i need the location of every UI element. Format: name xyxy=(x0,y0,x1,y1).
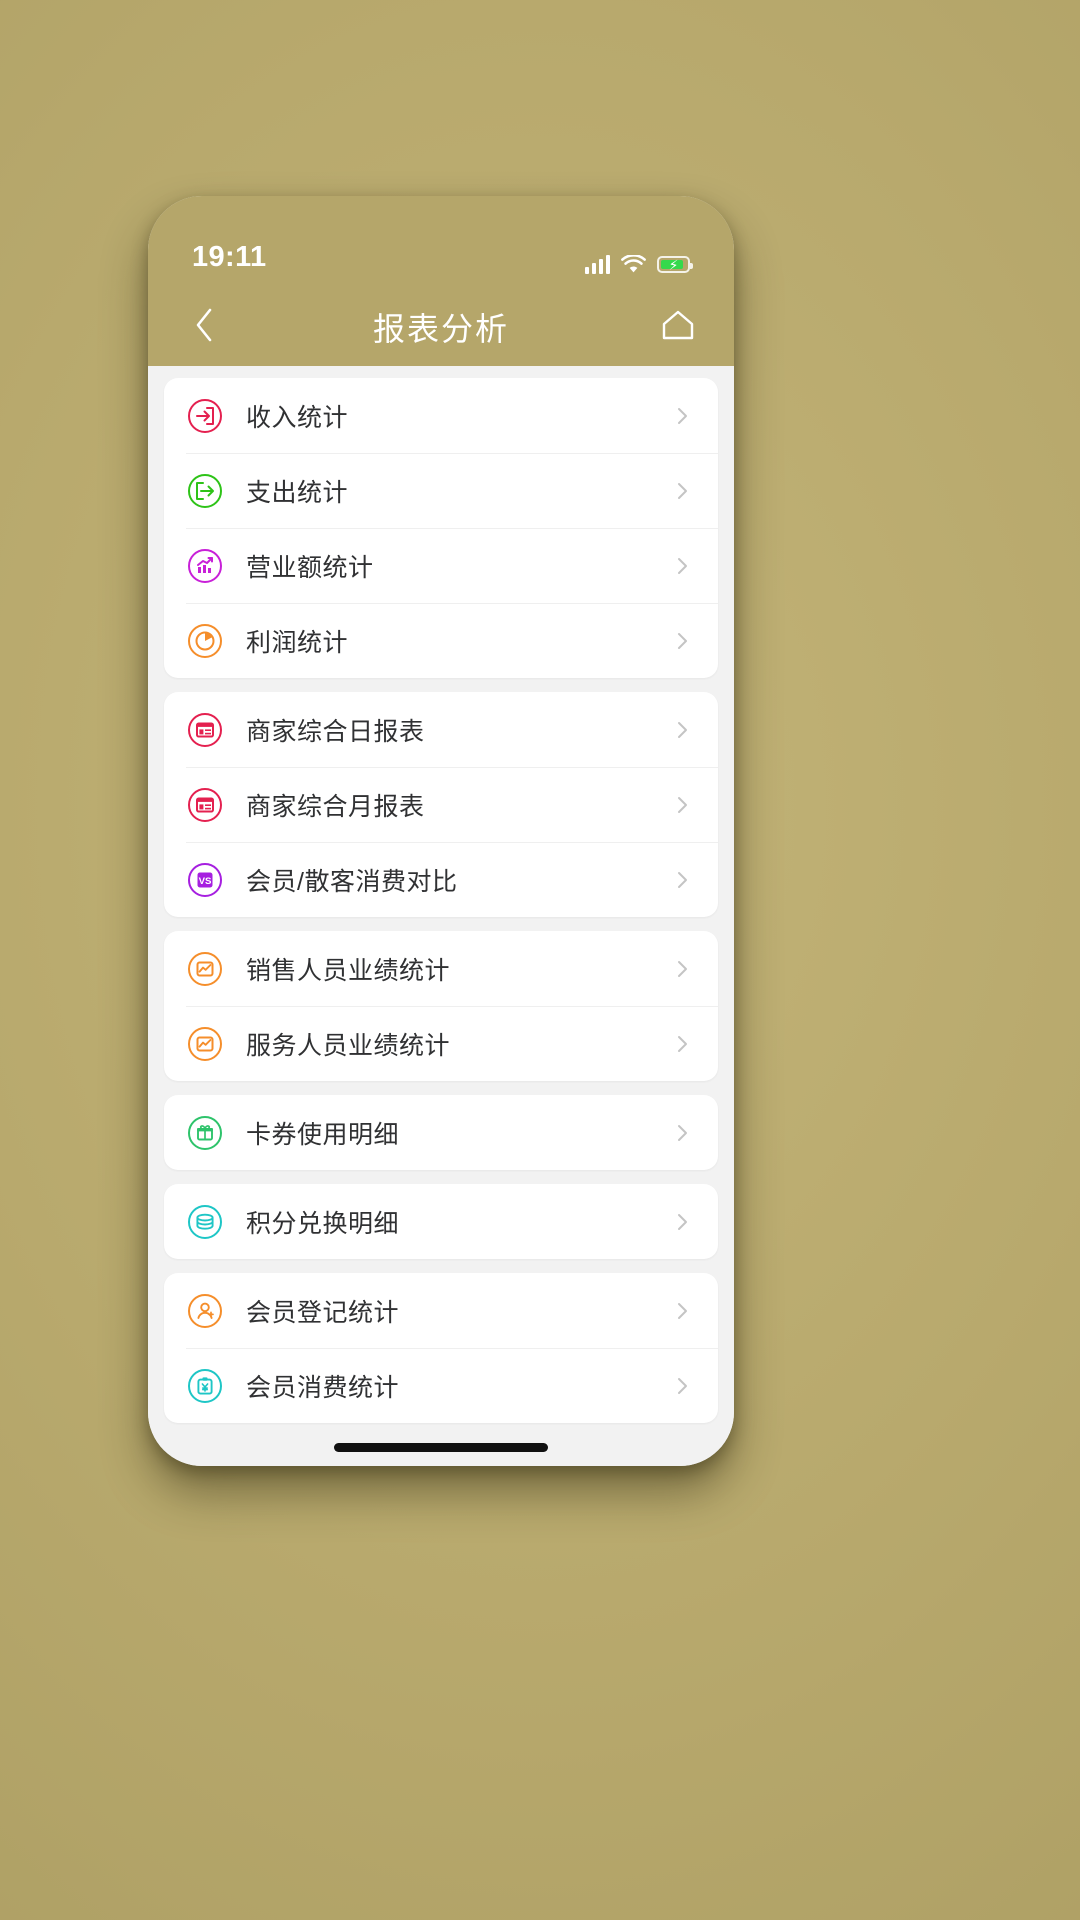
expense-logout-arrow-icon xyxy=(186,472,224,510)
coins-stack-icon xyxy=(186,1203,224,1241)
list-item-label: 销售人员业绩统计 xyxy=(246,956,451,985)
report-group-points: 积分兑换明细 xyxy=(164,1184,718,1259)
performance-chart-frame-icon xyxy=(186,1025,224,1063)
status-bar-indicators: ⚡ xyxy=(585,255,693,274)
list-item-member-consumption-statistics[interactable]: 会员消费统计 xyxy=(164,1348,718,1423)
list-item-label: 会员登记统计 xyxy=(246,1298,400,1327)
list-item-merchant-daily-report[interactable]: 商家综合日报表 xyxy=(164,692,718,767)
list-item-member-registration-statistics[interactable]: 会员登记统计 xyxy=(164,1273,718,1348)
report-group-voucher: 卡券使用明细 xyxy=(164,1095,718,1170)
chevron-right-icon xyxy=(672,631,692,651)
report-group-financial: 收入统计 支出统计 营业额统计 利润统计 xyxy=(164,378,718,678)
list-item-sales-staff-performance[interactable]: 销售人员业绩统计 xyxy=(164,931,718,1006)
chevron-right-icon xyxy=(672,406,692,426)
list-item-profit-statistics[interactable]: 利润统计 xyxy=(164,603,718,678)
chevron-left-icon xyxy=(193,307,215,348)
chevron-right-icon xyxy=(672,720,692,740)
list-item-label: 收入统计 xyxy=(246,403,349,432)
chevron-right-icon xyxy=(672,1034,692,1054)
clipboard-yen-icon xyxy=(186,1367,224,1405)
nav-bar: 报表分析 xyxy=(148,288,734,366)
chevron-right-icon xyxy=(672,1376,692,1396)
list-item-label: 利润统计 xyxy=(246,628,349,657)
user-add-icon xyxy=(186,1292,224,1330)
home-indicator xyxy=(334,1443,548,1452)
list-item-label: 积分兑换明细 xyxy=(246,1209,400,1238)
home-button[interactable] xyxy=(656,305,700,349)
chevron-right-icon xyxy=(672,1212,692,1232)
performance-chart-frame-icon xyxy=(186,950,224,988)
list-item-label: 会员消费统计 xyxy=(246,1373,400,1402)
report-window-icon xyxy=(186,711,224,749)
home-icon xyxy=(661,309,695,346)
chevron-right-icon xyxy=(672,870,692,890)
list-item-label: 商家综合日报表 xyxy=(246,717,425,746)
report-group-member: 会员登记统计 会员消费统计 xyxy=(164,1273,718,1423)
list-item-label: 卡券使用明细 xyxy=(246,1120,400,1149)
list-item-voucher-usage-detail[interactable]: 卡券使用明细 xyxy=(164,1095,718,1170)
chevron-right-icon xyxy=(672,1123,692,1143)
income-login-arrow-icon xyxy=(186,397,224,435)
list-item-expense-statistics[interactable]: 支出统计 xyxy=(164,453,718,528)
pie-chart-icon xyxy=(186,622,224,660)
chevron-right-icon xyxy=(672,959,692,979)
svg-text:VS: VS xyxy=(199,876,212,887)
report-window-icon xyxy=(186,786,224,824)
list-item-income-statistics[interactable]: 收入统计 xyxy=(164,378,718,453)
list-item-service-staff-performance[interactable]: 服务人员业绩统计 xyxy=(164,1006,718,1081)
phone-frame: 19:11 ⚡ 报表分析 收入统计 支出统计 营业额统计 利润统计 商家综合日报… xyxy=(148,196,734,1466)
list-item-label: 服务人员业绩统计 xyxy=(246,1031,451,1060)
chevron-right-icon xyxy=(672,1301,692,1321)
list-item-label: 商家综合月报表 xyxy=(246,792,425,821)
list-item-label: 会员/散客消费对比 xyxy=(246,867,458,896)
list-item-points-exchange-detail[interactable]: 积分兑换明细 xyxy=(164,1184,718,1259)
list-item-label: 营业额统计 xyxy=(246,553,374,582)
back-button[interactable] xyxy=(182,305,226,349)
status-bar: 19:11 ⚡ xyxy=(148,196,734,288)
list-item-turnover-statistics[interactable]: 营业额统计 xyxy=(164,528,718,603)
chevron-right-icon xyxy=(672,556,692,576)
wifi-icon xyxy=(621,255,646,274)
list-item-member-vs-walkin-comparison[interactable]: VS 会员/散客消费对比 xyxy=(164,842,718,917)
report-group-merchant: 商家综合日报表 商家综合月报表 VS 会员/散客消费对比 xyxy=(164,692,718,917)
battery-charging-icon: ⚡ xyxy=(657,256,693,273)
versus-compare-icon: VS xyxy=(186,861,224,899)
cellular-signal-icon xyxy=(585,255,610,274)
voucher-gift-icon xyxy=(186,1114,224,1152)
status-bar-clock: 19:11 xyxy=(192,241,267,273)
bar-chart-trend-icon xyxy=(186,547,224,585)
chevron-right-icon xyxy=(672,795,692,815)
chevron-right-icon xyxy=(672,481,692,501)
list-item-merchant-monthly-report[interactable]: 商家综合月报表 xyxy=(164,767,718,842)
list-item-label: 支出统计 xyxy=(246,478,349,507)
page-title: 报表分析 xyxy=(372,311,509,347)
report-group-staff-performance: 销售人员业绩统计 服务人员业绩统计 xyxy=(164,931,718,1081)
report-list-scroll[interactable]: 收入统计 支出统计 营业额统计 利润统计 商家综合日报表 商家综合月报表 VS … xyxy=(148,366,734,1466)
